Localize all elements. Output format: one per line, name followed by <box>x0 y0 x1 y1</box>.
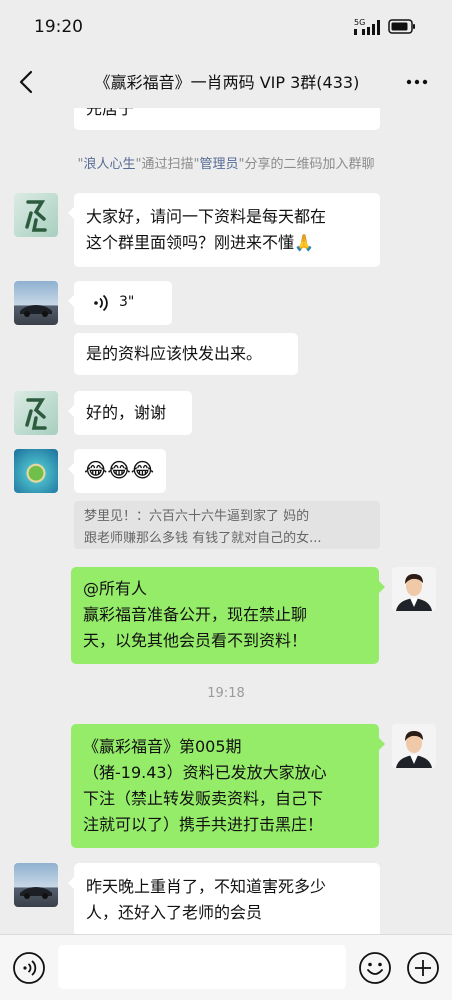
message-text: @所有人 <box>83 579 148 598</box>
avatar-calligraphy[interactable] <box>14 193 58 237</box>
chat-title[interactable]: 《赢彩福音》一肖两码 VIP 3群(433) <box>74 69 380 93</box>
message-bubble[interactable]: 昨天晚上重肖了，不知道害死多少 人，还好入了老师的会员 <box>68 863 380 934</box>
message-input[interactable] <box>58 945 346 989</box>
notice-admin-link[interactable]: 管理员 <box>199 157 238 172</box>
voice-message-bubble[interactable]: 3" <box>68 281 172 325</box>
message-text: 先居于 <box>86 108 135 118</box>
chat-header: 《赢彩福音》一肖两码 VIP 3群(433) <box>0 56 452 108</box>
svg-text:5G: 5G <box>354 18 365 27</box>
message-text: 好的，谢谢 <box>86 403 167 422</box>
message-bubble[interactable]: 大家好，请问一下资料是每天都在 这个群里面领吗？刚进来不懂🙏 <box>68 193 380 267</box>
message-text: （猪-19.43）资料已发放大家放心 <box>83 763 327 782</box>
system-notice: "浪人心生"通过扫描"管理员"分享的二维码加入群聊 <box>77 157 375 172</box>
message-text: 注就可以了）携手共进打击黑庄！ <box>83 815 324 834</box>
message-bubble[interactable]: 先居于 <box>74 108 380 130</box>
message-text: 这个群里面领吗？刚进来不懂🙏 <box>86 233 314 252</box>
message-text: 《赢彩福音》第005期 <box>83 737 242 756</box>
avatar-self[interactable] <box>392 567 436 611</box>
quoted-message[interactable]: 梦里见！：六百六十六牛逼到家了 妈的 跟老师赚那么多钱 有钱了就对自己的女... <box>74 501 380 549</box>
message-text: 大家好，请问一下资料是每天都在 <box>86 207 327 226</box>
message-list[interactable]: 先居于 "浪人心生"通过扫描"管理员"分享的二维码加入群聊 大家好，请问一下资料… <box>0 108 452 934</box>
voice-duration: 3" <box>119 294 135 310</box>
self-message-bubble[interactable]: 《赢彩福音》第005期 （猪-19.43）资料已发放大家放心 下注（禁止转发贩卖… <box>71 724 385 848</box>
message-text: 人，还好入了老师的会员 <box>86 903 263 922</box>
message-text: 昨天晚上重肖了，不知道害死多少 <box>86 877 327 896</box>
input-bar <box>0 934 452 1000</box>
plus-icon[interactable] <box>406 951 440 985</box>
avatar-calligraphy[interactable] <box>14 391 58 435</box>
message-bubble[interactable]: 好的，谢谢 <box>68 391 192 435</box>
message-text: 天，以免其他会员看不到资料！ <box>83 631 308 650</box>
quote-line: 跟老师赚那么多钱 有钱了就对自己的女... <box>84 531 322 546</box>
message-text: 下注（禁止转发贩卖资料，自己下 <box>83 789 324 808</box>
message-text: 是的资料应该快发出来。 <box>86 344 263 363</box>
quote-line: 梦里见！：六百六十六牛逼到家了 妈的 <box>84 509 310 524</box>
time-separator: 19:18 <box>207 686 245 701</box>
signal-icon: 5G <box>354 18 380 35</box>
avatar-car[interactable] <box>14 863 58 907</box>
self-message-bubble[interactable]: @所有人 赢彩福音准备公开，现在禁止聊 天，以免其他会员看不到资料！ <box>71 567 385 664</box>
notice-user-link[interactable]: 浪人心生 <box>83 157 135 172</box>
avatar-island[interactable] <box>14 449 58 493</box>
emoji-text: 😂😂😂 <box>84 458 155 482</box>
back-arrow-icon[interactable] <box>14 68 38 96</box>
avatar-car[interactable] <box>14 281 58 325</box>
battery-icon <box>388 19 415 34</box>
status-time: 19:20 <box>34 17 83 37</box>
message-text: 赢彩福音准备公开，现在禁止聊 <box>83 605 308 624</box>
message-bubble[interactable]: 是的资料应该快发出来。 <box>74 333 298 375</box>
emoji-message-bubble[interactable]: 😂😂😂 <box>68 449 166 493</box>
avatar-self[interactable] <box>392 724 436 768</box>
voice-input-icon[interactable] <box>12 951 46 985</box>
status-bar: 19:20 5G <box>0 0 452 56</box>
voice-icon <box>94 294 108 312</box>
more-icon[interactable] <box>404 70 430 94</box>
emoji-icon[interactable] <box>358 951 392 985</box>
